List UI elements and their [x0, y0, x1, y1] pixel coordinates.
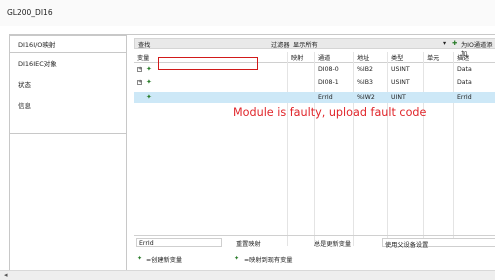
map-existing-icon: ✦ [234, 255, 240, 262]
col-header-variable[interactable]: 变量 [137, 53, 149, 62]
cell-type: USINT [391, 79, 410, 86]
filter-label: 过滤器 [271, 42, 290, 49]
sidebar-item-status[interactable]: 状态 [10, 76, 126, 94]
sidebar-item-iec-objects[interactable]: DI16IEC对象 [10, 55, 126, 73]
sidebar-item-io-mapping[interactable]: DI16I/O映射 [10, 35, 126, 53]
chevron-down-icon[interactable]: ▾ [443, 40, 446, 47]
cell-type: UINT [391, 94, 406, 101]
cell-description: Data [457, 79, 472, 86]
table-row-selected[interactable]: ✦ ErrId %IW2 UINT ErrId [134, 92, 495, 103]
expand-icon[interactable]: + [137, 67, 142, 72]
cell-description: ErrId [457, 94, 472, 101]
col-header-channel[interactable]: 通道 [318, 53, 330, 62]
variable-icon: ✦ [146, 65, 152, 73]
io-mapping-panel: 查找 过滤器 显示所有 ▾ ✚ 为IO通道添加 变量 映射 通道 地址 类型 单… [132, 35, 495, 271]
col-header-unit[interactable]: 单元 [427, 53, 439, 62]
add-fb-icon[interactable]: ✚ [452, 40, 457, 47]
cell-address: %IB2 [357, 66, 373, 73]
cell-description: Data [457, 66, 472, 73]
mapping-options-bar: ErrId 重置映射 总是更新变量 使用父设备设置 [134, 235, 495, 249]
sidebar-empty-area [10, 133, 126, 272]
cell-channel: DI08-0 [318, 66, 339, 73]
variable-icon: ✦ [146, 78, 152, 86]
col-header-address[interactable]: 地址 [357, 53, 369, 62]
cell-address: %IB3 [357, 79, 373, 86]
legend: ✦ =创建新变量 ✦ =映射到现有变量 [134, 254, 495, 266]
filter-dropdown[interactable]: 显示所有 [293, 40, 318, 49]
update-mode-value: 使用父设备设置 [385, 242, 429, 249]
cell-address: %IW2 [357, 94, 375, 101]
window-titlebar: GL200_DI16 [0, 0, 495, 26]
new-variable-legend: =创建新变量 [146, 257, 183, 264]
variable-icon: ✦ [146, 93, 152, 101]
col-header-description[interactable]: 描述 [457, 53, 469, 62]
annotation-text: Module is faulty, upload fault code [233, 106, 427, 119]
sidebar: DI16I/O映射 DI16IEC对象 状态 信息 [10, 35, 127, 272]
map-existing-legend: =映射到现有变量 [244, 257, 293, 264]
cell-type: USINT [391, 66, 410, 73]
col-header-mapping[interactable]: 映射 [291, 53, 303, 62]
selected-variable-value: ErrId [139, 240, 154, 247]
highlight-box [158, 57, 258, 70]
reset-mapping-button[interactable]: 重置映射 [236, 239, 261, 248]
always-update-label: 总是更新变量 [314, 241, 352, 248]
scroll-left-icon[interactable]: ◂ [4, 271, 8, 279]
table-row[interactable]: + ✦ DI08-1 %IB3 USINT Data [134, 77, 495, 88]
window-title: GL200_DI16 [7, 8, 53, 17]
cell-channel: ErrId [318, 94, 333, 101]
new-variable-icon: ✦ [137, 255, 143, 262]
cell-channel: DI08-1 [318, 79, 339, 86]
col-header-type[interactable]: 类型 [391, 53, 403, 62]
selected-variable-field[interactable]: ErrId [136, 238, 222, 247]
search-toolbar: 查找 过滤器 显示所有 ▾ ✚ 为IO通道添加 [134, 38, 495, 58]
sidebar-item-info[interactable]: 信息 [10, 97, 126, 115]
expand-icon[interactable]: + [137, 80, 142, 85]
update-mode-select[interactable]: 使用父设备设置 [382, 238, 495, 249]
find-label[interactable]: 查找 [138, 40, 150, 49]
